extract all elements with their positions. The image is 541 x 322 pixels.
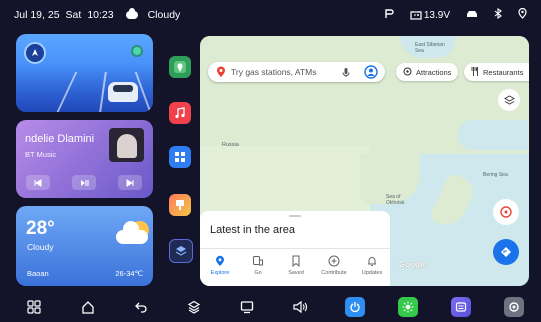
status-left: Jul 19, 25 Sat 10:23 Cloudy [14, 0, 180, 30]
music-app-icon[interactable] [169, 102, 191, 124]
app-dock [163, 34, 197, 286]
tab-go[interactable]: Go [239, 249, 277, 286]
status-time: 10:23 [87, 9, 114, 21]
status-day: Sat [65, 9, 82, 21]
brightness-app-icon[interactable] [398, 297, 418, 317]
chip-attractions[interactable]: Attractions [396, 63, 459, 81]
map-water [458, 120, 528, 150]
home-icon[interactable] [79, 299, 97, 315]
tab-updates-label: Updates [361, 270, 383, 276]
screen-icon[interactable] [238, 299, 256, 315]
profile-icon [384, 8, 394, 22]
car-settings-app-icon[interactable] [451, 297, 471, 317]
explore-pin-icon [216, 255, 224, 266]
bottom-bar [0, 292, 541, 322]
temperature-range: 26-34℃ [115, 269, 143, 278]
power-app-icon[interactable] [345, 297, 365, 317]
chip-restaurants[interactable]: Restaurants [464, 63, 529, 81]
map-land [428, 172, 478, 232]
album-art [109, 128, 144, 162]
weather-condition: Cloudy [27, 242, 54, 252]
map-view[interactable]: Russia Sea of Okhotsk Bering Sea East Si… [200, 36, 529, 286]
battery-status: 13.9V [410, 10, 450, 21]
navigation-toggle[interactable] [131, 45, 143, 57]
settings-app-icon[interactable] [504, 297, 524, 317]
directions-icon [501, 247, 511, 257]
add-circle-icon [328, 255, 340, 267]
navigation-icon [24, 42, 46, 64]
commute-icon [253, 256, 263, 266]
play-pause-button[interactable] [72, 175, 96, 190]
google-watermark: Google [399, 260, 427, 269]
previous-button[interactable] [26, 175, 50, 190]
tab-contribute-label: Contribute [321, 270, 347, 276]
battery-icon [410, 11, 422, 20]
maps-tab-bar: Explore Go Saved Contribute Updates [200, 248, 390, 286]
account-icon[interactable] [364, 65, 378, 79]
maps-app-icon[interactable] [169, 56, 191, 78]
apps-grid-icon[interactable] [25, 299, 43, 315]
status-bar: Jul 19, 25 Sat 10:23 Cloudy 13.9V [0, 0, 541, 30]
navigation-card[interactable] [16, 34, 153, 112]
tab-go-label: Go [254, 270, 262, 276]
layers-icon [503, 94, 515, 105]
car-head-unit-screen: Jul 19, 25 Sat 10:23 Cloudy 13.9V ndelie… [0, 0, 541, 322]
layers-icon[interactable] [185, 299, 203, 315]
music-source: BT Music [25, 150, 57, 159]
map-layers-button[interactable] [498, 89, 520, 111]
attractions-icon [403, 67, 412, 78]
explore-sheet[interactable]: Latest in the area Explore Go Saved Cont… [200, 211, 390, 286]
back-icon[interactable] [132, 299, 150, 315]
compass-icon [500, 206, 512, 218]
sheet-title: Latest in the area [210, 224, 296, 236]
status-weather: Cloudy [147, 9, 181, 21]
map-label-east-siberian: East Siberian Sea [415, 42, 445, 54]
restaurant-icon [471, 66, 479, 78]
map-label-bering: Bering Sea [483, 172, 508, 178]
tab-contribute[interactable]: Contribute [315, 249, 353, 286]
car-icon [466, 9, 478, 22]
weather-city: Baoan [27, 269, 49, 278]
status-right: 13.9V [384, 0, 527, 30]
chip-restaurants-label: Restaurants [483, 67, 524, 77]
tab-updates[interactable]: Updates [353, 249, 391, 286]
temperature: 28° [26, 218, 55, 239]
music-card[interactable]: ndelie Dlamini BT Music [16, 120, 153, 198]
directions-button[interactable] [493, 239, 519, 265]
microphone-icon[interactable] [342, 67, 350, 78]
compass-button[interactable] [493, 199, 519, 225]
map-label-russia: Russia [222, 142, 239, 148]
tab-explore-label: Explore [210, 270, 230, 276]
layers-app-icon[interactable] [169, 239, 193, 263]
apps-grid-icon[interactable] [169, 146, 191, 168]
tab-saved[interactable]: Saved [277, 249, 315, 286]
tab-explore[interactable]: Explore [201, 249, 239, 286]
track-title: ndelie Dlamini [25, 133, 95, 145]
battery-voltage: 13.9V [423, 9, 450, 21]
previous-icon [34, 178, 42, 187]
bluetooth-icon [494, 7, 502, 22]
map-search-placeholder: Try gas stations, ATMs [231, 67, 317, 77]
widgets-app-icon[interactable] [169, 194, 191, 216]
cloud-icon [116, 221, 148, 244]
sheet-handle[interactable] [289, 215, 301, 217]
weather-card[interactable]: 28° Cloudy Baoan 26-34℃ [16, 206, 153, 286]
map-search-bar[interactable]: Try gas stations, ATMs [208, 62, 385, 82]
status-date: Jul 19, 25 [14, 9, 60, 21]
bell-icon [368, 257, 376, 266]
next-button[interactable] [118, 175, 142, 190]
bookmark-icon [292, 255, 300, 267]
play-pause-icon [80, 179, 89, 186]
map-label-okhotsk: Sea of Okhotsk [386, 194, 405, 206]
chip-attractions-label: Attractions [416, 67, 452, 77]
volume-icon[interactable] [291, 299, 309, 315]
maps-pin-icon [217, 66, 225, 77]
next-icon [126, 178, 134, 187]
tab-saved-label: Saved [288, 270, 304, 276]
car-illustration [108, 82, 138, 102]
cloud-icon [125, 8, 138, 19]
location-icon [518, 7, 527, 22]
